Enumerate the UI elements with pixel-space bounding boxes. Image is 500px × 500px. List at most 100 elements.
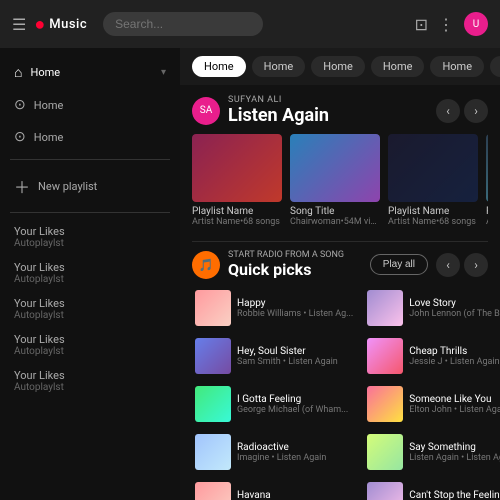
section-title-group: Sufyan Ali Listen Again	[228, 95, 428, 126]
sidebar-item-home-1[interactable]: ⌂ Home ▾	[0, 56, 180, 89]
section-artist-name: Sufyan Ali	[228, 95, 428, 105]
playlist-item-2[interactable]: Your Likes Autoplaylst	[0, 291, 180, 327]
sidebar-item-home-3[interactable]: ⊙ Home	[0, 121, 180, 153]
quick-picks-title: Quick picks	[228, 260, 362, 279]
next-arrow[interactable]: ›	[464, 99, 488, 123]
tab-home-4[interactable]: Home	[430, 56, 484, 77]
play-all-button[interactable]: Play all	[370, 254, 428, 275]
pick-thumb-0: ▶	[195, 290, 231, 326]
sidebar-label-2: Home	[34, 99, 166, 112]
nav-right: ⊡ ⋮ U	[415, 12, 488, 36]
pick-item-6[interactable]: ▶ I Gotta Feeling George Michael (of Wha…	[192, 383, 356, 425]
pick-sub-1: John Lennon (of The Beats...	[409, 309, 500, 319]
tab-home-2[interactable]: Home	[311, 56, 365, 77]
home-icon: ⌂	[14, 64, 22, 81]
sidebar-label: Home	[30, 66, 153, 79]
top-navigation: ☰ ● Music ⊡ ⋮ U	[0, 0, 500, 48]
pick-title-9: Radioactive	[237, 442, 353, 453]
pick-item-7[interactable]: ▶ Someone Like You Elton John • Listen A…	[364, 383, 500, 425]
main-content: Home Home Home Home Home Home SA Sufyan …	[180, 48, 500, 500]
album-sub-0: Artist Name•68 songs	[192, 217, 282, 227]
album-title-3: Playlist Name	[486, 206, 488, 217]
playlist-subtitle: Autoplaylst	[14, 238, 166, 249]
playlist-title: Your Likes	[14, 333, 166, 346]
pick-thumb-4: ▶	[367, 338, 403, 374]
pick-item-1[interactable]: ▶ Love Story John Lennon (of The Beats..…	[364, 287, 500, 329]
listen-again-section: SA Sufyan Ali Listen Again ‹ › ▶ Playlis…	[180, 85, 500, 237]
album-card-2[interactable]: ▶ Playlist Name Artist Name•68 songs	[388, 134, 478, 227]
quick-picks-section: 🎵 START RADIO FROM A SONG Quick picks Pl…	[180, 246, 500, 500]
sidebar-divider-2	[10, 212, 170, 213]
playlist-subtitle: Autoplaylst	[14, 274, 166, 285]
pick-sub-7: Elton John • Listen Again	[409, 405, 500, 415]
quick-picks-info: START RADIO FROM A SONG Quick picks	[228, 250, 362, 279]
pick-info-1: Love Story John Lennon (of The Beats...	[409, 298, 500, 319]
home-icon-3: ⊙	[14, 129, 26, 145]
listen-again-scroll: ▶ Playlist Name Artist Name•68 songs ▶ S…	[192, 134, 488, 227]
pick-item-12[interactable]: ▶ Havana Annie Lennox (of Eurythm...	[192, 479, 356, 500]
menu-icon[interactable]: ☰	[12, 15, 26, 34]
playlist-item-4[interactable]: Your Likes Autoplaylst	[0, 363, 180, 399]
logo-area: ● Music	[34, 14, 87, 35]
tab-home-3[interactable]: Home	[371, 56, 425, 77]
pick-title-0: Happy	[237, 298, 353, 309]
album-card-3[interactable]: ▶ Playlist Name Artist Name•68 songs	[486, 134, 488, 227]
pick-thumb-3: ▶	[195, 338, 231, 374]
album-thumb-2: ▶	[388, 134, 478, 202]
pick-info-13: Can't Stop the Feeling! Calvin Harris (s…	[409, 490, 500, 500]
pick-title-6: I Gotta Feeling	[237, 394, 353, 405]
pick-item-3[interactable]: ▶ Hey, Soul Sister Sam Smith • Listen Ag…	[192, 335, 356, 377]
pick-title-12: Havana	[237, 490, 353, 500]
pick-thumb-10: ▶	[367, 434, 403, 470]
album-card-1[interactable]: ▶ Song Title Chairwoman•54M views	[290, 134, 380, 227]
pick-info-4: Cheap Thrills Jessie J • Listen Again	[409, 346, 500, 367]
tab-home-1[interactable]: Home	[252, 56, 306, 77]
playlist-title: Your Likes	[14, 369, 166, 382]
pick-item-0[interactable]: ▶ Happy Robbie Williams • Listen Ag...	[192, 287, 356, 329]
album-sub-2: Artist Name•68 songs	[388, 217, 478, 227]
new-playlist-button[interactable]: ＋ New playlist	[0, 166, 180, 206]
qp-prev-arrow[interactable]: ‹	[436, 253, 460, 277]
section-title: Listen Again	[228, 105, 428, 126]
nav-arrows: ‹ ›	[436, 99, 488, 123]
pick-info-0: Happy Robbie Williams • Listen Ag...	[237, 298, 353, 319]
search-input[interactable]	[103, 12, 263, 36]
playlist-subtitle: Autoplaylst	[14, 310, 166, 321]
playlist-item-1[interactable]: Your Likes Autoplaylst	[0, 255, 180, 291]
playlist-item-3[interactable]: Your Likes Autoplaylst	[0, 327, 180, 363]
pick-thumb-13: ▶	[367, 482, 403, 500]
pick-title-13: Can't Stop the Feeling!	[409, 490, 500, 500]
pick-info-7: Someone Like You Elton John • Listen Aga…	[409, 394, 500, 415]
tab-home-active[interactable]: Home	[192, 56, 246, 77]
pick-info-10: Say Something Listen Again • Listen Agai…	[409, 442, 500, 463]
section-avatar: SA	[192, 97, 220, 125]
sidebar-item-home-2[interactable]: ⊙ Home	[0, 89, 180, 121]
quick-picks-grid: ▶ Happy Robbie Williams • Listen Ag... ▶…	[192, 287, 488, 500]
album-thumb-0: ▶	[192, 134, 282, 202]
pick-title-3: Hey, Soul Sister	[237, 346, 353, 357]
qp-nav-arrows: ‹ ›	[436, 253, 488, 277]
pick-thumb-12: ▶	[195, 482, 231, 500]
pick-item-9[interactable]: ▶ Radioactive Imagine • Listen Again	[192, 431, 356, 473]
pick-sub-9: Imagine • Listen Again	[237, 453, 353, 463]
pick-sub-3: Sam Smith • Listen Again	[237, 357, 353, 367]
plus-icon: ＋	[14, 174, 30, 198]
pick-item-10[interactable]: ▶ Say Something Listen Again • Listen Ag…	[364, 431, 500, 473]
qp-next-arrow[interactable]: ›	[464, 253, 488, 277]
cast-icon[interactable]: ⊡	[415, 15, 428, 34]
tab-home-5[interactable]: Home	[490, 56, 500, 77]
album-card-0[interactable]: ▶ Playlist Name Artist Name•68 songs	[192, 134, 282, 227]
pick-title-1: Love Story	[409, 298, 500, 309]
avatar[interactable]: U	[464, 12, 488, 36]
pick-title-4: Cheap Thrills	[409, 346, 500, 357]
pick-info-3: Hey, Soul Sister Sam Smith • Listen Agai…	[237, 346, 353, 367]
home-icon-2: ⊙	[14, 97, 26, 113]
prev-arrow[interactable]: ‹	[436, 99, 460, 123]
more-icon[interactable]: ⋮	[438, 15, 454, 34]
pick-item-13[interactable]: ▶ Can't Stop the Feeling! Calvin Harris …	[364, 479, 500, 500]
pick-item-4[interactable]: ▶ Cheap Thrills Jessie J • Listen Again	[364, 335, 500, 377]
playlist-item-0[interactable]: Your Likes Autoplaylst	[0, 219, 180, 255]
album-sub-1: Chairwoman•54M views	[290, 217, 380, 227]
section-header-listen-again: SA Sufyan Ali Listen Again ‹ ›	[192, 95, 488, 126]
album-thumb-1: ▶	[290, 134, 380, 202]
